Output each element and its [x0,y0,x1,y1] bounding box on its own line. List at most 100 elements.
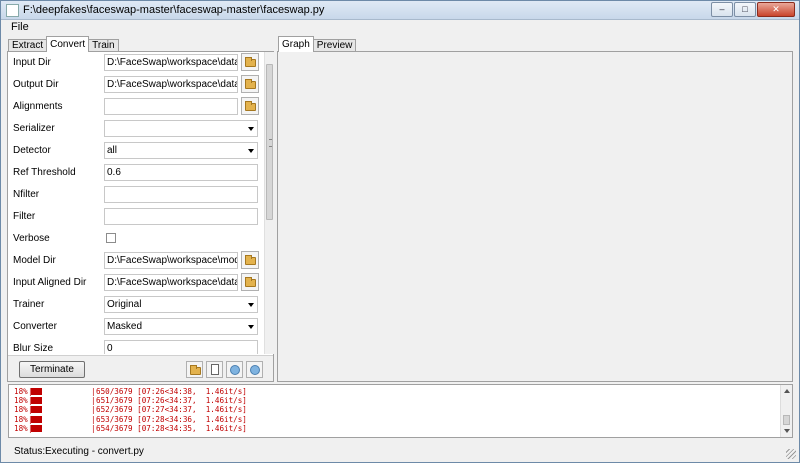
serializer-select[interactable] [104,120,258,137]
folder-icon [245,57,256,67]
row-nfilter: Nfilter [8,184,263,206]
tab-convert[interactable]: Convert [46,36,90,52]
progress-percent: 18% [14,396,28,406]
row-verbose: Verbose [8,228,263,250]
scroll-up-arrow-icon[interactable] [784,389,790,393]
minimize-button[interactable]: – [711,2,733,17]
folder-icon [245,101,256,111]
console-scrollbar[interactable] [780,385,792,437]
maximize-button[interactable]: □ [734,2,756,17]
model-dir-field[interactable]: D:\FaceSwap\workspace\model [104,252,238,269]
scroll-down-arrow-icon[interactable] [265,344,274,353]
input-aligned-dir-browse-button[interactable] [241,273,259,291]
progress-bar-end: | [91,414,96,424]
row-serializer: Serializer [8,118,263,140]
input-aligned-dir-label: Input Aligned Dir [13,277,87,288]
console-output: 18%||650/3679 [07:26<34:38, 1.46it/s]18%… [8,384,793,438]
converter-value: Masked [107,321,143,332]
row-output-dir: Output Dir D:\FaceSwap\workspace\data_ds… [8,74,263,96]
row-trainer: Trainer Original [8,294,263,316]
output-dir-browse-button[interactable] [241,75,259,93]
output-dir-label: Output Dir [13,79,59,90]
right-tab-bar: Graph Preview [278,36,357,52]
chevron-down-icon [248,325,254,329]
graph-panel [277,51,793,382]
nfilter-field[interactable] [104,186,258,203]
reset-icon [230,365,240,375]
trainer-value: Original [107,299,142,310]
options-scrollbar[interactable] [264,52,274,354]
serializer-label: Serializer [13,123,55,134]
progress-bar-fill [31,424,42,432]
row-input-aligned-dir: Input Aligned Dir D:\FaceSwap\workspace\… [8,272,263,294]
left-tab-bar: Extract Convert Train [8,36,119,52]
close-button[interactable]: ✕ [757,2,795,17]
progress-percent: 18% [14,423,28,433]
blur-size-label: Blur Size [13,343,54,354]
clear-icon [250,365,260,375]
scrollbar-thumb[interactable] [266,64,273,220]
converter-select[interactable]: Masked [104,318,258,335]
save-config-button[interactable] [206,361,223,378]
progress-detail: 652/3679 [07:27<34:37, 1.46it/s] [96,405,247,415]
input-dir-field[interactable]: D:\FaceSwap\workspace\data_dst [104,54,238,71]
verbose-checkbox[interactable] [106,233,116,243]
scroll-down-arrow-icon[interactable] [784,429,790,433]
input-dir-label: Input Dir [13,57,51,68]
resize-grip-icon[interactable] [786,449,796,459]
app-icon [6,4,19,17]
folder-icon [245,277,256,287]
tab-graph[interactable]: Graph [278,36,314,52]
progress-detail: 651/3679 [07:26<34:37, 1.46it/s] [96,396,247,406]
output-dir-field[interactable]: D:\FaceSwap\workspace\data_dst [104,76,238,93]
alignments-browse-button[interactable] [241,97,259,115]
row-input-dir: Input Dir D:\FaceSwap\workspace\data_dst [8,52,263,74]
filter-field[interactable] [104,208,258,225]
menu-file[interactable]: File [11,21,29,33]
terminate-button[interactable]: Terminate [19,361,85,378]
chevron-down-icon [248,149,254,153]
row-blur-size: Blur Size 0 [8,338,263,354]
progress-bar-fill [31,406,42,414]
title-bar: F:\deepfakes\faceswap-master\faceswap-ma… [1,1,799,20]
blur-size-field[interactable]: 0 [104,340,258,354]
row-detector: Detector all [8,140,263,162]
detector-select[interactable]: all [104,142,258,159]
ref-threshold-field[interactable]: 0.6 [104,164,258,181]
alignments-label: Alignments [13,101,63,112]
clear-button[interactable] [246,361,263,378]
filter-label: Filter [13,211,36,222]
ref-threshold-label: Ref Threshold [13,167,76,178]
window-title: F:\deepfakes\faceswap-master\faceswap-ma… [23,4,325,16]
nfilter-label: Nfilter [13,189,40,200]
folder-icon [245,79,256,89]
trainer-label: Trainer [13,299,45,310]
open-folder-icon [190,365,201,375]
progress-bar-fill [31,415,42,423]
grip-icon [269,139,272,147]
model-dir-browse-button[interactable] [241,251,259,269]
converter-label: Converter [13,321,57,332]
status-bar: Status: Executing - convert.py [1,442,799,462]
progress-bar-end: | [91,405,96,415]
scroll-up-arrow-icon[interactable] [265,53,274,62]
progress-percent: 18% [14,405,28,415]
input-aligned-dir-field[interactable]: D:\FaceSwap\workspace\data_dst [104,274,238,291]
app-window: F:\deepfakes\faceswap-master\faceswap-ma… [0,0,800,463]
progress-percent: 18% [14,387,28,396]
alignments-field[interactable] [104,98,238,115]
row-alignments: Alignments [8,96,263,118]
progress-bar-end: | [91,387,96,396]
progress-bar-fill [31,397,42,405]
scrollbar-thumb[interactable] [783,415,790,425]
action-bar: Terminate [8,355,273,381]
load-config-button[interactable] [186,361,203,378]
input-dir-browse-button[interactable] [241,53,259,71]
progress-bar-fill [31,388,42,395]
row-ref-threshold: Ref Threshold 0.6 [8,162,263,184]
trainer-select[interactable]: Original [104,296,258,313]
options-form: Input Dir D:\FaceSwap\workspace\data_dst… [8,52,263,354]
reset-button[interactable] [226,361,243,378]
progress-detail: 654/3679 [07:28<34:35, 1.46it/s] [96,423,247,433]
progress-percent: 18% [14,414,28,424]
